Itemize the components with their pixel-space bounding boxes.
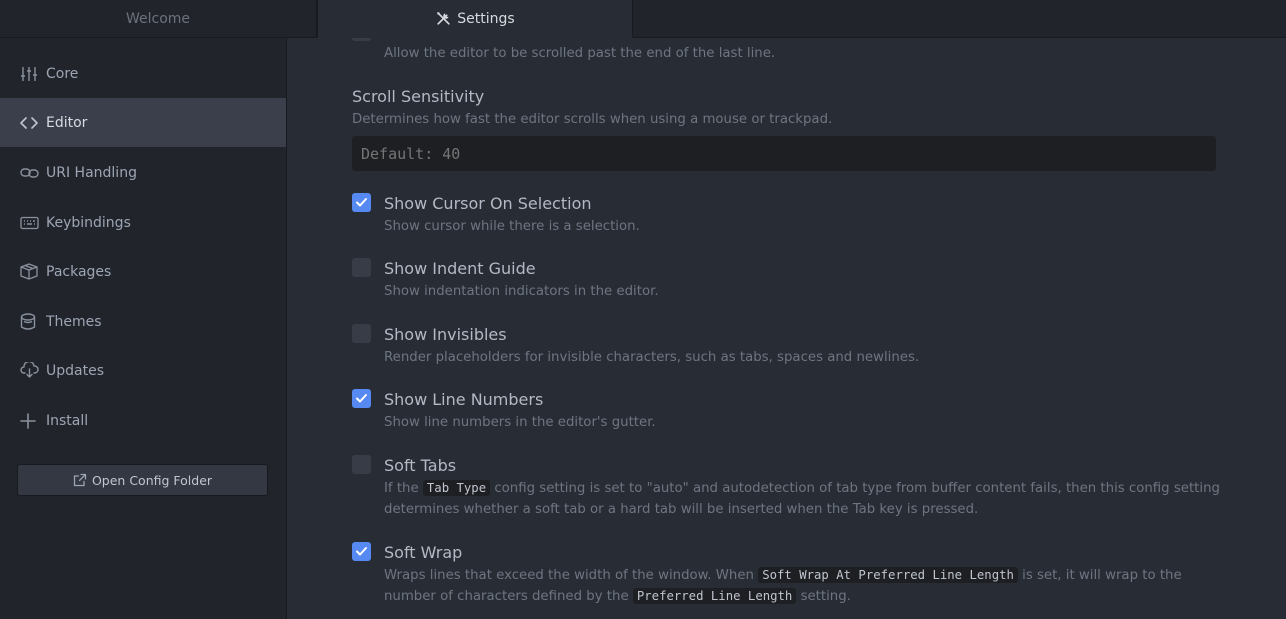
scroll-sensitivity-input[interactable] (352, 136, 1216, 171)
link-external-icon (73, 473, 87, 487)
settings-panel: Allow the editor to be scrolled past the… (287, 38, 1286, 619)
scroll-sensitivity-title: Scroll Sensitivity (352, 87, 485, 106)
paintcan-icon (20, 312, 40, 332)
sidebar-item-uri-handling[interactable]: URI Handling (0, 148, 286, 197)
plus-icon (20, 411, 40, 431)
tools-icon (435, 10, 452, 27)
show-line-numbers-description: Show line numbers in the editor's gutter… (384, 415, 656, 430)
soft-wrap-desc-text: number of characters defined by the (384, 589, 629, 604)
soft-tabs-desc-text: config setting is set to "auto" and auto… (494, 481, 1220, 496)
scroll-sensitivity-description: Determines how fast the editor scrolls w… (352, 112, 833, 127)
sliders-icon (20, 64, 40, 84)
show-indent-guide-title: Show Indent Guide (384, 259, 536, 278)
tab-welcome[interactable]: Welcome (0, 0, 317, 38)
show-cursor-on-selection-checkbox[interactable] (352, 193, 371, 212)
show-invisibles-description: Render placeholders for invisible charac… (384, 350, 920, 365)
cloud-download-icon (20, 361, 40, 381)
soft-tabs-description-line2: determines whether a soft tab or a hard … (384, 502, 979, 517)
sidebar-item-editor[interactable]: Editor (0, 98, 286, 147)
sidebar-item-label: Keybindings (46, 214, 131, 231)
show-invisibles-checkbox[interactable] (352, 324, 371, 343)
checkmark-icon (356, 394, 367, 403)
sidebar-item-core[interactable]: Core (0, 49, 286, 98)
show-cursor-on-selection-description: Show cursor while there is a selection. (384, 219, 640, 234)
code-icon (20, 113, 40, 133)
open-config-folder-button[interactable]: Open Config Folder (17, 464, 268, 496)
sidebar-item-label: Core (46, 65, 79, 82)
soft-wrap-checkbox[interactable] (352, 542, 371, 561)
tab-type-code: Tab Type (422, 480, 491, 496)
tab-settings[interactable]: Settings (317, 0, 633, 38)
show-indent-guide-checkbox[interactable] (352, 258, 371, 277)
tab-welcome-label: Welcome (125, 11, 191, 27)
keyboard-icon (20, 213, 40, 233)
preferred-line-length-code: Preferred Line Length (632, 588, 797, 604)
soft-wrap-desc-text: Wraps lines that exceed the width of the… (384, 568, 754, 583)
sidebar-item-updates[interactable]: Updates (0, 346, 286, 395)
sidebar-item-install[interactable]: Install (0, 396, 286, 445)
sidebar-item-label: Themes (46, 313, 102, 330)
soft-wrap-title: Soft Wrap (384, 543, 463, 562)
soft-tabs-title: Soft Tabs (384, 456, 457, 475)
soft-wrap-desc-text: is set, it will wrap to the (1022, 568, 1182, 583)
open-config-folder-label: Open Config Folder (91, 472, 213, 488)
soft-tabs-desc-text: If the (384, 481, 419, 496)
show-cursor-on-selection-title: Show Cursor On Selection (384, 194, 592, 213)
settings-sidebar: Core Editor URI Handling Keybindings Pac… (0, 38, 287, 619)
soft-tabs-description: If the Tab Type config setting is set to… (384, 478, 1220, 499)
checkmark-icon (356, 547, 367, 556)
checkmark-icon (356, 198, 367, 207)
scroll-past-end-description: Allow the editor to be scrolled past the… (384, 46, 776, 61)
tab-settings-label: Settings (457, 10, 515, 27)
sidebar-item-label: URI Handling (46, 164, 137, 181)
soft-wrap-preferred-code: Soft Wrap At Preferred Line Length (758, 567, 1018, 583)
sidebar-item-label: Editor (46, 114, 88, 131)
soft-tabs-checkbox[interactable] (352, 455, 371, 474)
sidebar-item-keybindings[interactable]: Keybindings (0, 198, 286, 247)
link-icon (20, 163, 40, 183)
sidebar-item-label: Packages (46, 263, 112, 280)
show-invisibles-title: Show Invisibles (384, 325, 507, 344)
sidebar-item-themes[interactable]: Themes (0, 297, 286, 346)
sidebar-item-label: Install (46, 412, 89, 429)
soft-wrap-desc-text: setting. (800, 589, 851, 604)
show-line-numbers-checkbox[interactable] (352, 389, 371, 408)
soft-wrap-description: Wraps lines that exceed the width of the… (384, 565, 1182, 586)
tab-bar: Welcome Settings (0, 0, 1286, 38)
sidebar-item-label: Updates (46, 362, 104, 379)
scroll-past-end-checkbox[interactable] (352, 38, 371, 41)
soft-wrap-description-line2: number of characters defined by the Pref… (384, 586, 851, 607)
sidebar-item-packages[interactable]: Packages (0, 247, 286, 296)
package-icon (20, 262, 40, 282)
show-indent-guide-description: Show indentation indicators in the edito… (384, 284, 659, 299)
show-line-numbers-title: Show Line Numbers (384, 390, 544, 409)
